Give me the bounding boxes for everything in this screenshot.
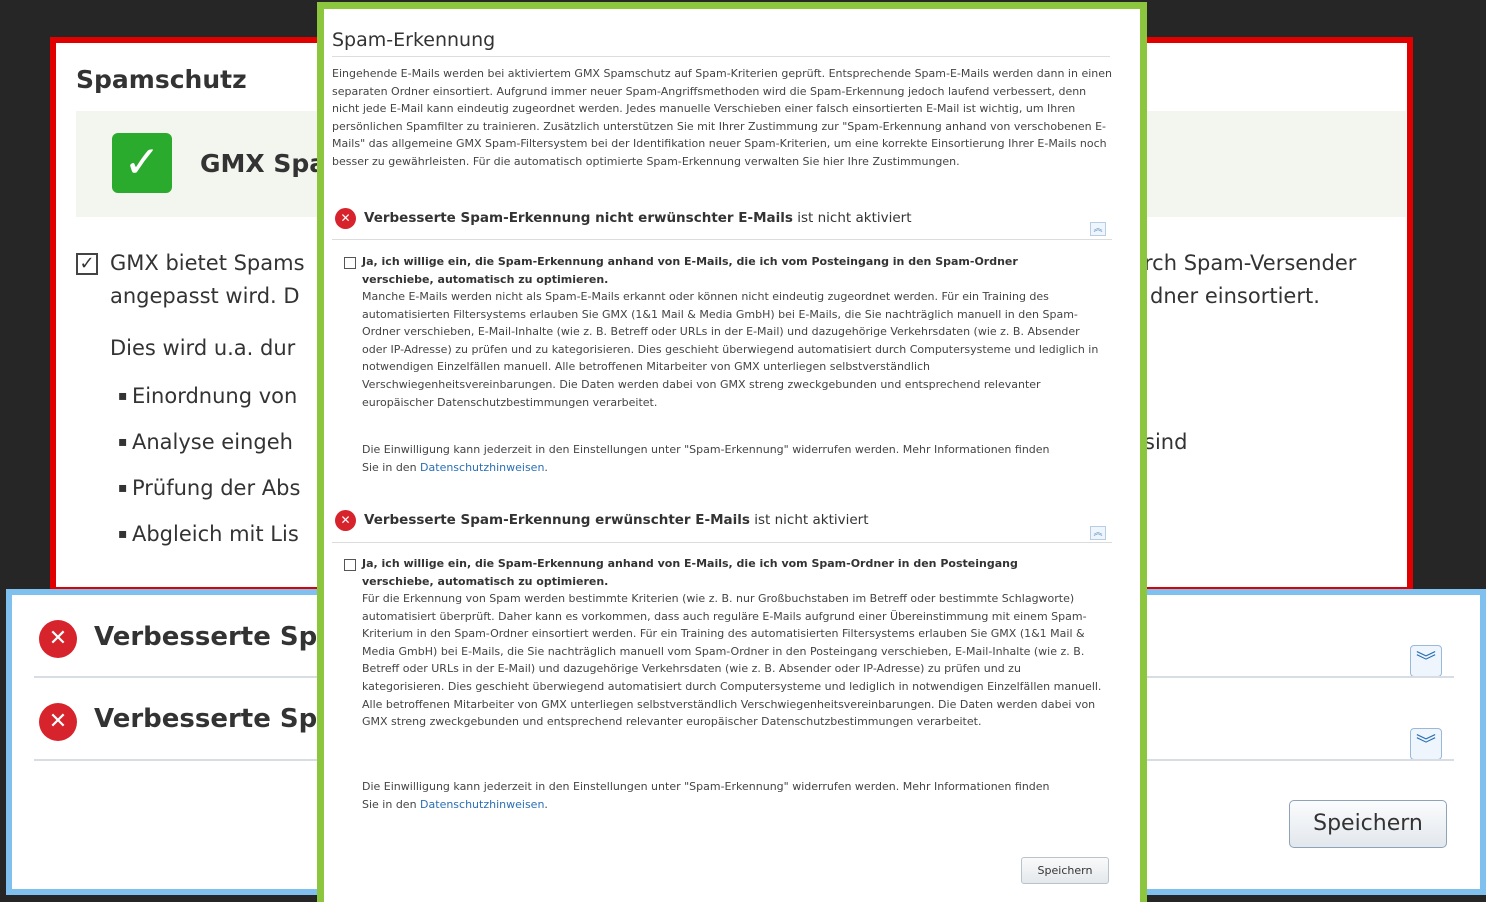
- consent-checkbox-spam-move[interactable]: [344, 257, 356, 269]
- x-circle-icon: ✕: [335, 208, 356, 229]
- spamschutz-intro-line: Dies wird u.a. dur: [110, 336, 296, 360]
- checkmark-icon: ✓: [112, 133, 172, 193]
- privacy-link[interactable]: Datenschutzhinweisen: [420, 461, 544, 474]
- spamschutz-checkbox[interactable]: ✓: [76, 253, 98, 275]
- dialog-intro: Eingehende E-Mails werden bei aktivierte…: [332, 67, 1112, 168]
- spamschutz-bullet: Abgleich mit Lis: [118, 522, 299, 546]
- consent-checkbox-label[interactable]: Ja, ich willige ein, die Spam-Erkennung …: [362, 253, 1082, 288]
- spamschutz-desc-line2-right: dner einsortiert.: [1150, 284, 1320, 308]
- spamschutz-bullet: Analyse eingeh: [118, 430, 293, 454]
- dialog-save-button[interactable]: Speichern: [1021, 857, 1109, 884]
- double-chevron-up-icon[interactable]: ︽: [1090, 526, 1106, 540]
- save-button[interactable]: Speichern: [1289, 800, 1447, 848]
- section-note: Die Einwilligung kann jederzeit in den E…: [362, 443, 1050, 474]
- row-title: Verbesserte Spa: [94, 622, 335, 652]
- dialog-title: Spam-Erkennung: [332, 29, 496, 51]
- x-circle-icon: ✕: [335, 510, 356, 531]
- double-chevron-down-icon[interactable]: ︾: [1410, 645, 1442, 677]
- section-title: Verbesserte Spam-Erkennung nicht erwünsc…: [364, 210, 912, 226]
- privacy-link[interactable]: Datenschutzhinweisen: [420, 798, 544, 811]
- section-divider: [332, 542, 1112, 543]
- spamschutz-desc-line2: angepasst wird. D: [110, 284, 300, 308]
- spamschutz-status-text: GMX Spa: [200, 149, 327, 178]
- row-title: Verbesserte Spa: [94, 704, 335, 734]
- double-chevron-up-icon[interactable]: ︽: [1090, 222, 1106, 236]
- section-note: Die Einwilligung kann jederzeit in den E…: [362, 780, 1050, 811]
- title-divider: [332, 56, 1110, 57]
- spamschutz-bullet2-right: sind: [1144, 430, 1188, 454]
- consent-checkbox-label[interactable]: Ja, ich willige ein, die Spam-Erkennung …: [362, 555, 1082, 590]
- section-description: Für die Erkennung von Spam werden bestim…: [362, 592, 1102, 729]
- spamschutz-bullet: Prüfung der Abs: [118, 476, 300, 500]
- spam-detection-dialog: Spam-Erkennung Eingehende E-Mails werden…: [317, 2, 1147, 902]
- section-title: Verbesserte Spam-Erkennung erwünschter E…: [364, 512, 869, 528]
- spamschutz-bullet: Einordnung von: [118, 384, 297, 408]
- spamschutz-title: Spamschutz: [76, 65, 247, 94]
- section-divider: [332, 239, 1112, 240]
- double-chevron-down-icon[interactable]: ︾: [1410, 728, 1442, 760]
- consent-checkbox-inbox-move[interactable]: [344, 559, 356, 571]
- x-circle-icon: ✕: [39, 620, 77, 658]
- section-description: Manche E-Mails werden nicht als Spam-E-M…: [362, 290, 1099, 409]
- x-circle-icon: ✕: [39, 703, 77, 741]
- spamschutz-desc-line1: GMX bietet Spams: [110, 251, 305, 275]
- spamschutz-desc-line1-right: rch Spam-Versender: [1144, 251, 1357, 275]
